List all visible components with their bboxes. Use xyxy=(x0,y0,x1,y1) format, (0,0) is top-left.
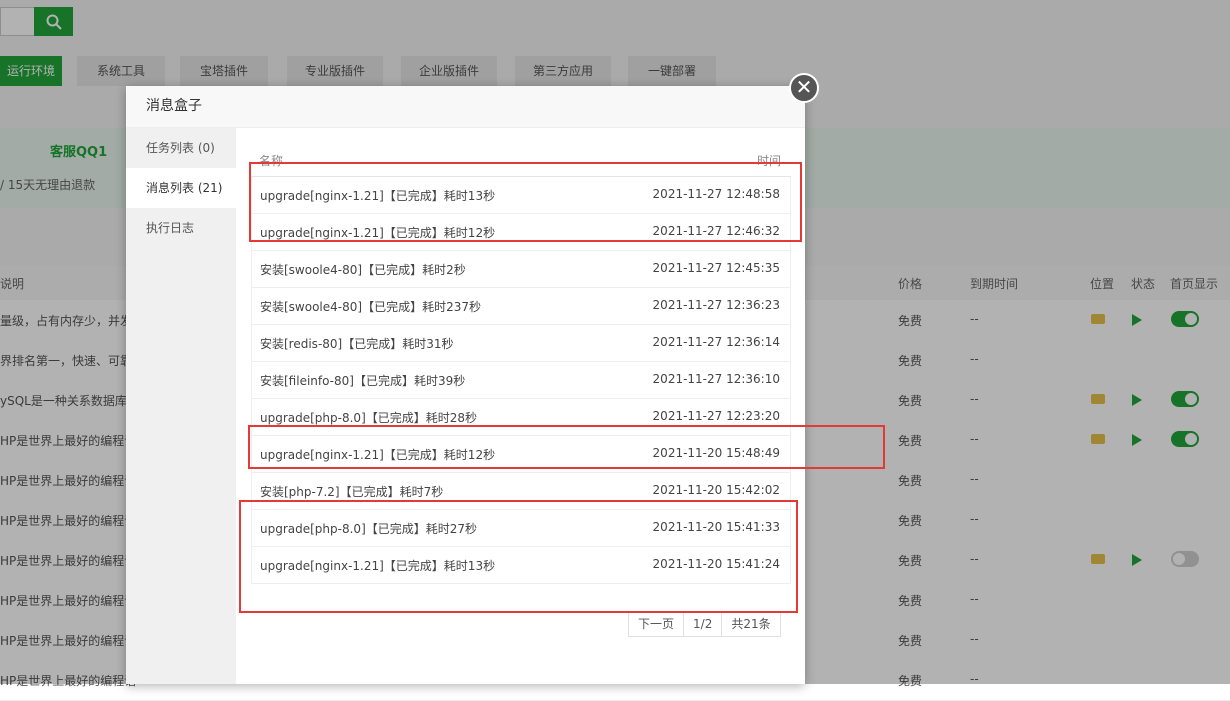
message-row: 安装[redis-80]【已完成】耗时31秒 2021-11-27 12:36:1… xyxy=(251,325,791,362)
col-name: 名称 xyxy=(259,154,284,168)
close-icon[interactable]: ✕ xyxy=(789,73,819,103)
message-row: 安装[swoole4-80]【已完成】耗时2秒 2021-11-27 12:45:… xyxy=(251,251,791,288)
message-name: upgrade[nginx-1.21]【已完成】耗时13秒 xyxy=(260,559,496,573)
message-row: upgrade[php-8.0]【已完成】耗时27秒 2021-11-20 15:… xyxy=(251,510,791,547)
message-name: 安装[swoole4-80]【已完成】耗时2秒 xyxy=(260,263,466,277)
message-time: 2021-11-27 12:36:14 xyxy=(652,335,780,349)
message-time: 2021-11-27 12:45:35 xyxy=(652,261,780,275)
message-time: 2021-11-20 15:41:33 xyxy=(652,520,780,534)
dialog-sidebar: 任务列表 (0) 消息列表 (21) 执行日志 xyxy=(126,128,236,684)
message-time: 2021-11-20 15:42:02 xyxy=(652,483,780,497)
message-row: 安装[swoole4-80]【已完成】耗时237秒 2021-11-27 12:3… xyxy=(251,288,791,325)
message-table-header: 名称 时间 xyxy=(251,144,791,177)
message-name: 安装[php-7.2]【已完成】耗时7秒 xyxy=(260,485,444,499)
message-name: upgrade[nginx-1.21]【已完成】耗时13秒 xyxy=(260,189,496,203)
message-name: upgrade[php-8.0]【已完成】耗时27秒 xyxy=(260,522,478,536)
message-row: upgrade[nginx-1.21]【已完成】耗时12秒 2021-11-20 … xyxy=(251,436,791,473)
message-row: upgrade[php-8.0]【已完成】耗时28秒 2021-11-27 12:… xyxy=(251,399,791,436)
message-time: 2021-11-27 12:36:23 xyxy=(652,298,780,312)
message-time: 2021-11-27 12:36:10 xyxy=(652,372,780,386)
pagination: 下一页 1/2 共21条 xyxy=(628,611,781,637)
message-name: 安装[fileinfo-80]【已完成】耗时39秒 xyxy=(260,374,466,388)
sidebar-item-message-list[interactable]: 消息列表 (21) xyxy=(126,168,236,208)
message-time: 2021-11-27 12:23:20 xyxy=(652,409,780,423)
message-table: 名称 时间 upgrade[nginx-1.21]【已完成】耗时13秒 2021-… xyxy=(251,144,791,584)
message-time: 2021-11-27 12:46:32 xyxy=(652,224,780,238)
message-box-dialog: 消息盒子 任务列表 (0) 消息列表 (21) 执行日志 名称 时间 upgra… xyxy=(126,86,805,684)
dialog-title: 消息盒子 xyxy=(126,86,805,128)
message-time: 2021-11-20 15:48:49 xyxy=(652,446,780,460)
message-row: upgrade[nginx-1.21]【已完成】耗时13秒 2021-11-20 … xyxy=(251,547,791,584)
message-name: upgrade[php-8.0]【已完成】耗时28秒 xyxy=(260,411,478,425)
message-name: upgrade[nginx-1.21]【已完成】耗时12秒 xyxy=(260,448,496,462)
message-row: upgrade[nginx-1.21]【已完成】耗时12秒 2021-11-27 … xyxy=(251,214,791,251)
message-name: upgrade[nginx-1.21]【已完成】耗时12秒 xyxy=(260,226,496,240)
message-name: 安装[redis-80]【已完成】耗时31秒 xyxy=(260,337,454,351)
sidebar-item-exec-log[interactable]: 执行日志 xyxy=(126,208,236,248)
message-name: 安装[swoole4-80]【已完成】耗时237秒 xyxy=(260,300,481,314)
message-row: 安装[php-7.2]【已完成】耗时7秒 2021-11-20 15:42:02 xyxy=(251,473,791,510)
message-row: upgrade[nginx-1.21]【已完成】耗时13秒 2021-11-27 … xyxy=(251,177,791,214)
next-page-button[interactable]: 下一页 xyxy=(629,612,685,636)
message-time: 2021-11-20 15:41:24 xyxy=(652,557,780,571)
message-row: 安装[fileinfo-80]【已完成】耗时39秒 2021-11-27 12:3… xyxy=(251,362,791,399)
total-count: 共21条 xyxy=(731,617,771,631)
page-indicator: 1/2 xyxy=(684,612,723,636)
message-time: 2021-11-27 12:48:58 xyxy=(652,187,780,201)
sidebar-item-task-list[interactable]: 任务列表 (0) xyxy=(126,128,236,168)
col-time: 时间 xyxy=(756,154,781,168)
